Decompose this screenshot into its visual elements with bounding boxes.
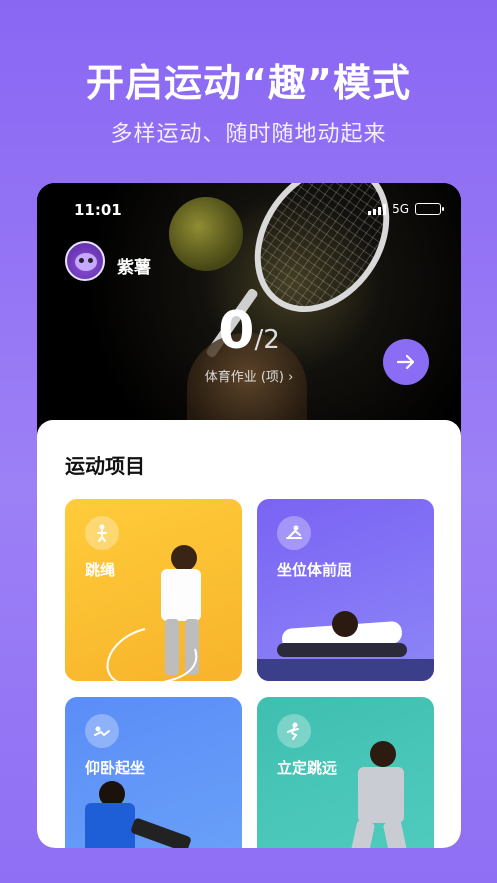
boy-jumping-photo xyxy=(342,737,432,848)
homework-total: /2 xyxy=(254,325,280,355)
kid-jumping-photo xyxy=(106,539,235,681)
sport-card-sit-and-reach[interactable]: 坐位体前屈 xyxy=(257,499,434,681)
network-type: 5G xyxy=(392,202,409,216)
avatar[interactable] xyxy=(65,241,105,281)
sit-up-icon xyxy=(85,714,119,748)
jump-rope-icon xyxy=(85,516,119,550)
promo-subtitle: 多样运动、随时随地动起来 xyxy=(110,122,387,147)
sport-card-long-jump[interactable]: 立定跳远 xyxy=(257,697,434,848)
username[interactable]: 紫薯 xyxy=(117,253,151,278)
kid-stretching-photo xyxy=(272,611,422,667)
sport-label: 立定跳远 xyxy=(277,759,338,777)
sport-label: 坐位体前屈 xyxy=(277,561,353,579)
tennis-ball-graphic xyxy=(169,197,243,271)
status-time: 11:01 xyxy=(74,201,122,219)
sport-card-sit-up[interactable]: 仰卧起坐 xyxy=(65,697,242,848)
long-jump-icon xyxy=(277,714,311,748)
section-title: 运动项目 xyxy=(65,454,145,478)
sport-card-jump-rope[interactable]: 跳绳 xyxy=(65,499,242,681)
arrow-right-icon xyxy=(396,354,415,370)
sit-and-reach-icon xyxy=(277,516,311,550)
sport-label: 跳绳 xyxy=(85,561,116,579)
signal-icon xyxy=(368,203,387,215)
homework-done: 0 xyxy=(218,301,255,361)
battery-icon xyxy=(415,203,444,215)
sports-sheet: 运动项目 跳绳 坐位体前屈 仰卧起坐 立定跳远 xyxy=(37,420,461,848)
phone-screen: 11:01 5G 紫薯 0/2 体育作业 (项) › 运动项目 跳绳 坐位体前屈… xyxy=(37,183,461,848)
status-icons: 5G xyxy=(368,202,444,216)
sport-label: 仰卧起坐 xyxy=(85,759,146,777)
promo-title: 开启运动“趣”模式 xyxy=(86,61,411,105)
go-arrow-button[interactable] xyxy=(383,339,429,385)
girl-situp-photo xyxy=(85,777,235,848)
